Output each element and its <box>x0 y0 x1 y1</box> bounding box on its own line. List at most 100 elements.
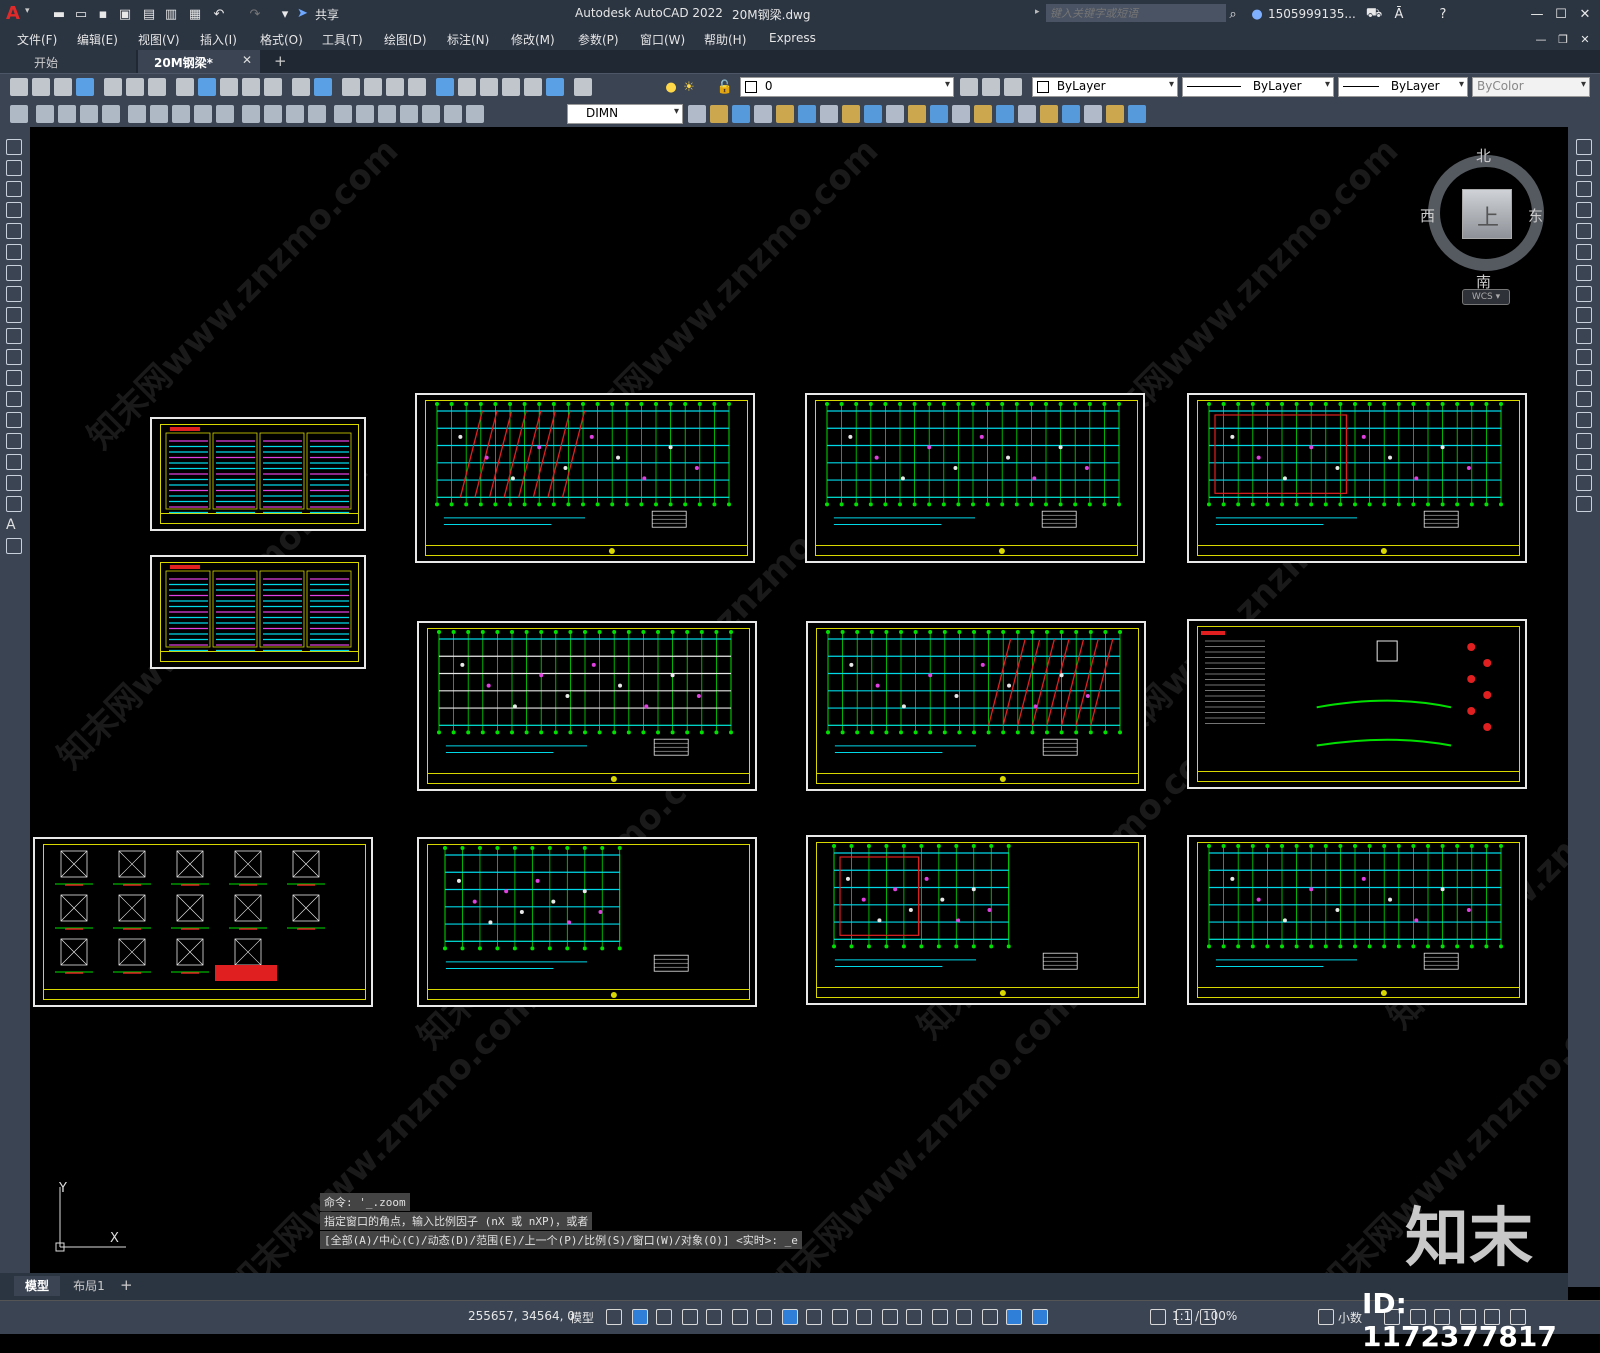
fillet-icon[interactable] <box>1576 454 1592 470</box>
lineweight-combo[interactable]: ByLayer ▾ <box>1338 77 1468 97</box>
saveas-icon[interactable]: ▣ <box>116 5 134 23</box>
mirror-icon[interactable] <box>1576 181 1592 197</box>
array-icon[interactable] <box>1576 223 1592 239</box>
dim-ordinate-icon[interactable] <box>102 105 120 123</box>
drawing-sheet[interactable] <box>806 835 1146 1005</box>
close-icon[interactable]: ✕ <box>1576 5 1594 23</box>
copy-icon[interactable] <box>198 78 216 96</box>
blend-curves-icon[interactable] <box>1576 475 1592 491</box>
transparency-icon[interactable] <box>856 1309 872 1325</box>
break-at-point-icon[interactable] <box>1576 370 1592 386</box>
zoom-realtime-icon[interactable] <box>364 78 382 96</box>
view-5-icon[interactable] <box>1040 105 1058 123</box>
view-4-icon[interactable] <box>1018 105 1036 123</box>
dim-baseline-icon[interactable] <box>242 105 260 123</box>
new-layout-icon[interactable]: + <box>120 1276 133 1294</box>
visual-style-2-icon[interactable] <box>732 105 750 123</box>
drawing-sheet[interactable] <box>805 393 1145 563</box>
design-center-icon[interactable] <box>458 78 476 96</box>
menu-parametric[interactable]: 参数(P) <box>578 31 619 48</box>
save-icon[interactable]: ▪ <box>94 5 112 23</box>
center-mark-icon[interactable] <box>356 105 374 123</box>
dim-text-edit-icon[interactable] <box>444 105 462 123</box>
share-icon[interactable]: ➤ <box>297 6 308 21</box>
rotate-icon[interactable] <box>1576 265 1592 281</box>
copy-object-icon[interactable] <box>1576 160 1592 176</box>
zoom-previous-icon[interactable] <box>408 78 426 96</box>
doc-close-icon[interactable]: ✕ <box>1576 30 1594 48</box>
dim-linear-icon[interactable] <box>36 105 54 123</box>
autodesk-app-icon[interactable]: Ᾱ <box>1390 5 1408 23</box>
markup-icon[interactable] <box>524 78 542 96</box>
dim-arc-icon[interactable] <box>80 105 98 123</box>
cut-icon[interactable] <box>176 78 194 96</box>
lineweight-icon[interactable] <box>832 1309 848 1325</box>
color-combo[interactable]: ByLayer ▾ <box>1032 77 1178 97</box>
view-6-icon[interactable] <box>1062 105 1080 123</box>
drawing-sheet[interactable] <box>415 393 755 563</box>
move-icon[interactable] <box>1576 244 1592 260</box>
plot-preview-icon[interactable]: ▤ <box>140 5 158 23</box>
app-logo[interactable]: A <box>6 3 26 24</box>
annotation-scale[interactable]: 1:1 / 100% <box>1172 1309 1237 1323</box>
ellipse-icon[interactable] <box>6 328 22 344</box>
help-icon[interactable] <box>574 78 592 96</box>
3d-object-snap-icon[interactable] <box>906 1309 922 1325</box>
drawing-sheet[interactable] <box>150 555 366 669</box>
coordinates-readout[interactable]: 255657, 34564, 0 <box>468 1309 575 1323</box>
qat-dropdown-icon[interactable]: ▾ <box>276 5 294 23</box>
polyline-icon[interactable] <box>6 181 22 197</box>
user-name[interactable]: 1505999135... <box>1268 7 1356 21</box>
viewcube-face-top[interactable]: 上 <box>1462 189 1512 239</box>
help-search-input[interactable] <box>1046 4 1226 22</box>
viewcube[interactable]: 上 北 南 东 西 <box>1420 147 1546 291</box>
layer-freeze-icon[interactable]: ☀ <box>680 78 698 96</box>
doc-minimize-icon[interactable]: — <box>1532 30 1550 48</box>
quick-dim-icon[interactable] <box>216 105 234 123</box>
publish-icon[interactable] <box>126 78 144 96</box>
undo-icon[interactable]: ↶ <box>210 5 228 23</box>
view-2-icon[interactable] <box>974 105 992 123</box>
gizmo-icon[interactable] <box>982 1309 998 1325</box>
redo-icon[interactable] <box>314 78 332 96</box>
plot-icon[interactable]: ▦ <box>186 5 204 23</box>
layout-tab-model[interactable]: 模型 <box>14 1276 60 1296</box>
drawing-sheet[interactable] <box>1187 393 1527 563</box>
menu-draw[interactable]: 绘图(D) <box>384 31 427 48</box>
layout-tab-1[interactable]: 布局1 <box>66 1276 112 1296</box>
rectangle-icon[interactable] <box>6 223 22 239</box>
scale-icon[interactable] <box>1576 286 1592 302</box>
pan-icon[interactable] <box>342 78 360 96</box>
erase-icon[interactable] <box>1576 139 1592 155</box>
isometric-drafting-icon[interactable] <box>756 1309 772 1325</box>
cart-icon[interactable]: ⛟ <box>1365 5 1383 23</box>
tab-start[interactable]: 开始 <box>0 50 136 73</box>
units-button[interactable]: 小数 <box>1338 1309 1362 1326</box>
multiline-text-icon[interactable]: A <box>6 517 20 533</box>
layer-on-icon[interactable]: ● <box>662 78 680 96</box>
menu-insert[interactable]: 插入(I) <box>200 31 237 48</box>
dimstyle-combo[interactable]: DIMN ▾ <box>567 104 683 124</box>
menu-format[interactable]: 格式(O) <box>260 31 303 48</box>
drawing-sheet[interactable] <box>1187 835 1527 1005</box>
dim-break-icon[interactable] <box>308 105 326 123</box>
redo-icon[interactable]: ↷ <box>246 5 264 23</box>
share-label[interactable]: 共享 <box>315 6 339 23</box>
menu-edit[interactable]: 编辑(E) <box>77 31 118 48</box>
visual-style-1-icon[interactable] <box>710 105 728 123</box>
layer-previous-icon[interactable] <box>1004 78 1022 96</box>
search-icon[interactable]: ⌕ <box>1224 5 1242 23</box>
drawing-sheet[interactable] <box>417 621 757 791</box>
snap-mode-icon[interactable] <box>632 1309 648 1325</box>
break-icon[interactable] <box>1576 391 1592 407</box>
menu-tools[interactable]: 工具(T) <box>322 31 363 48</box>
model-space-button[interactable]: 模型 <box>570 1309 594 1326</box>
dynamic-ucs-icon[interactable] <box>932 1309 948 1325</box>
drawing-viewport[interactable]: 知末网www.znzmo.com 知末网www.znzmo.com 知末网www.z… <box>30 127 1568 1273</box>
quickcalc-icon[interactable] <box>546 78 564 96</box>
layer-lock-icon[interactable]: 🔓 <box>716 78 734 96</box>
drawing-sheet[interactable] <box>1187 619 1527 789</box>
dim-continue-icon[interactable] <box>264 105 282 123</box>
drawing-sheet[interactable] <box>417 837 757 1007</box>
ucs-1-icon[interactable] <box>798 105 816 123</box>
